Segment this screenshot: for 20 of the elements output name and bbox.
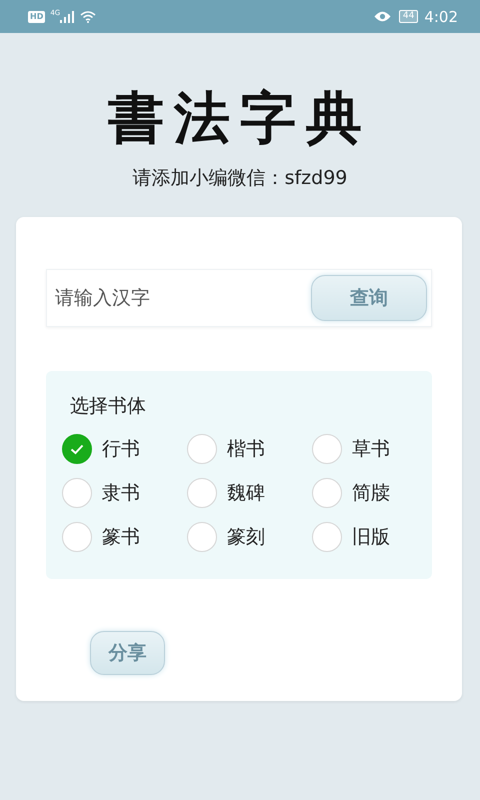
option-label[interactable]: 行书 [102,436,140,462]
option-label[interactable]: 隶书 [102,480,140,506]
eye-icon [374,11,391,22]
panel-title: 选择书体 [70,394,147,419]
option-label[interactable]: 草书 [352,436,390,462]
option-label[interactable]: 篆书 [102,524,140,550]
option-label[interactable]: 魏碑 [227,480,265,506]
hd-badge: HD [28,10,46,22]
signal-icon [60,10,74,22]
wifi-icon [80,10,96,23]
option-label[interactable]: 楷书 [227,436,265,462]
battery-indicator: 44 [398,10,418,23]
app-logo: 書法字典 [107,84,373,153]
option-label[interactable]: 旧版 [352,524,390,550]
radio-button[interactable] [62,434,92,464]
subtitle: 请添加小编微信：sfzd99 [132,166,348,191]
clock: 4:02 [424,8,458,26]
option-label[interactable]: 简牍 [352,480,390,506]
check-icon [70,444,84,454]
option-label[interactable]: 篆刻 [227,524,265,550]
